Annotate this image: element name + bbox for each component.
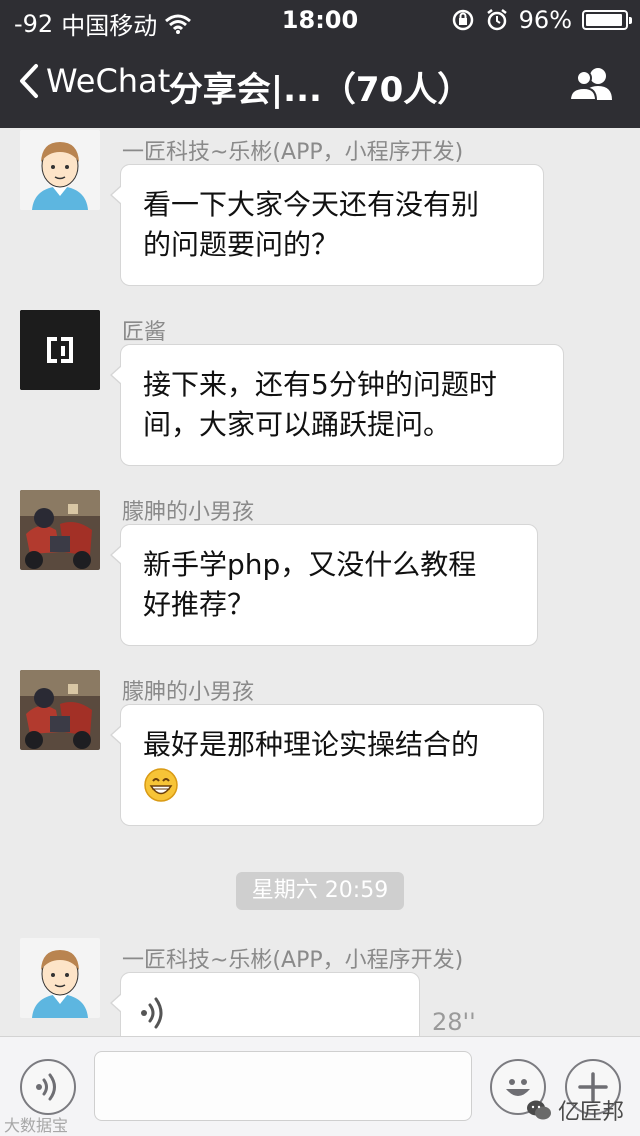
avatar[interactable] bbox=[20, 130, 100, 210]
voice-wave-icon bbox=[141, 997, 163, 1029]
message-line: 新手学php，又没什么教程 bbox=[143, 548, 477, 581]
battery-fill bbox=[586, 14, 623, 26]
battery-percent: 96% bbox=[518, 6, 572, 34]
cartoon-man-avatar-image bbox=[20, 130, 100, 210]
navigation-bar: WeChat 分享会|...（70人） bbox=[0, 40, 640, 128]
chat-title: 分享会|...（70人） bbox=[168, 70, 472, 110]
voice-input-button[interactable] bbox=[20, 1059, 76, 1115]
watermark-left-text: 大数据宝 bbox=[4, 1116, 69, 1135]
watermark-right: 亿匠邦 bbox=[526, 1094, 624, 1126]
cartoon-man-avatar-image bbox=[20, 938, 100, 1018]
message-line: 的问题要问的？ bbox=[143, 228, 340, 261]
motorcycle-photo-avatar-image bbox=[20, 670, 100, 750]
rotation-lock-icon bbox=[452, 9, 473, 31]
group-members-icon[interactable] bbox=[568, 66, 616, 102]
avatar[interactable] bbox=[20, 310, 100, 390]
voice-icon bbox=[36, 1073, 56, 1101]
message-bubble[interactable]: 看一下大家今天还有没有别 的问题要问的？ bbox=[110, 164, 544, 286]
status-bar: -92 中国移动 18:00 96% bbox=[0, 0, 640, 40]
message-line: 间，大家可以踊跃提问。 bbox=[143, 408, 452, 441]
grinning-emoji-icon bbox=[144, 768, 178, 802]
motorcycle-photo-avatar-image bbox=[20, 490, 100, 570]
alarm-icon bbox=[486, 9, 507, 31]
emoji-line bbox=[143, 765, 521, 805]
watermark-left: 大数据宝 bbox=[4, 1112, 68, 1136]
message-line: 看一下大家今天还有没有别 bbox=[143, 188, 480, 221]
message-line: 最好是那种理论实操结合的 bbox=[143, 728, 480, 761]
sender-name: 朦胂的小男孩 bbox=[122, 500, 255, 525]
logo-avatar-image bbox=[20, 310, 100, 390]
watermark-right-text: 亿匠邦 bbox=[557, 1100, 624, 1125]
time-divider: 星期六 20:59 bbox=[236, 872, 404, 910]
avatar[interactable] bbox=[20, 938, 100, 1018]
sender-name: 朦胂的小男孩 bbox=[122, 680, 255, 705]
message-line: 接下来，还有5分钟的问题时 bbox=[143, 368, 497, 401]
battery-icon bbox=[582, 10, 632, 30]
sender-name: 匠酱 bbox=[122, 320, 167, 345]
avatar[interactable] bbox=[20, 670, 100, 750]
status-right: 96% bbox=[451, 6, 632, 34]
voice-bubble[interactable] bbox=[110, 972, 420, 1036]
chat-area[interactable]: 一匠科技~乐彬(APP，小程序开发) 看一下大家今天还有没有别 的问题要问的？ … bbox=[0, 128, 640, 1036]
avatar[interactable] bbox=[20, 490, 100, 570]
message-input[interactable] bbox=[94, 1051, 472, 1121]
sender-name: 一匠科技~乐彬(APP，小程序开发) bbox=[122, 140, 464, 165]
voice-duration: 28'' bbox=[432, 1008, 476, 1036]
sender-name: 一匠科技~乐彬(APP，小程序开发) bbox=[122, 948, 464, 973]
top-bar: -92 中国移动 18:00 96% WeChat 分享会|...（70人） bbox=[0, 0, 640, 128]
wechat-logo-icon bbox=[526, 1100, 551, 1120]
message-bubble[interactable]: 新手学php，又没什么教程 好推荐？ bbox=[110, 524, 538, 646]
message-bubble[interactable]: 最好是那种理论实操结合的 bbox=[110, 704, 544, 826]
message-line: 好推荐？ bbox=[143, 588, 256, 621]
message-bubble[interactable]: 接下来，还有5分钟的问题时 间，大家可以踊跃提问。 bbox=[110, 344, 564, 466]
